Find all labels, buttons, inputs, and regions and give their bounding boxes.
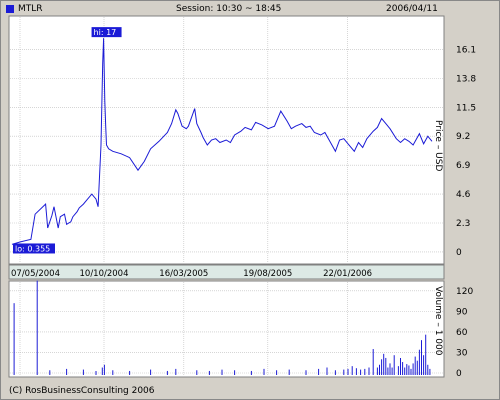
- low-price-marker: lo: 0.355: [13, 243, 55, 254]
- volume-y-axis: 0 30 60 90 120: [456, 287, 473, 379]
- date-tick-label: 07/05/2004: [11, 269, 60, 279]
- chart-canvas: 0 2.3 4.6 6.9 9.2 11.5 13.8 16.1 Price – USD hi…: [8, 15, 476, 396]
- volume-tick-label: 0: [456, 369, 462, 379]
- volume-tick-label: 120: [456, 287, 473, 297]
- price-tick-label: 2.3: [456, 219, 470, 229]
- volume-plot-area: [8, 280, 445, 378]
- price-axis-label: Price – USD: [433, 120, 443, 171]
- volume-axis-label: Volume – 1 000: [433, 286, 443, 356]
- date-axis-bar: [8, 264, 445, 280]
- copyright-text: (C) RosBusinessConsulting 2006: [9, 386, 155, 396]
- high-price-label: hi: 17: [94, 28, 117, 37]
- date-tick-label: 10/10/2004: [80, 269, 129, 279]
- volume-tick-label: 90: [456, 307, 468, 317]
- date-tick-label: 19/08/2005: [243, 269, 292, 279]
- price-tick-label: 16.1: [456, 45, 476, 55]
- volume-tick-label: 60: [456, 328, 468, 338]
- high-price-marker: hi: 17: [91, 27, 122, 38]
- price-tick-label: 0: [456, 248, 462, 258]
- date-tick-label: 22/01/2006: [323, 269, 372, 279]
- date-tick-label: 16/03/2005: [159, 269, 208, 279]
- price-tick-label: 6.9: [456, 161, 471, 171]
- price-tick-label: 11.5: [456, 103, 476, 113]
- price-tick-label: 4.6: [456, 190, 471, 200]
- price-y-axis: 0 2.3 4.6 6.9 9.2 11.5 13.8 16.1: [456, 45, 476, 257]
- volume-tick-label: 30: [456, 348, 468, 358]
- low-price-label: lo: 0.355: [15, 244, 50, 253]
- price-tick-label: 9.2: [456, 132, 470, 142]
- price-tick-label: 13.8: [456, 74, 476, 84]
